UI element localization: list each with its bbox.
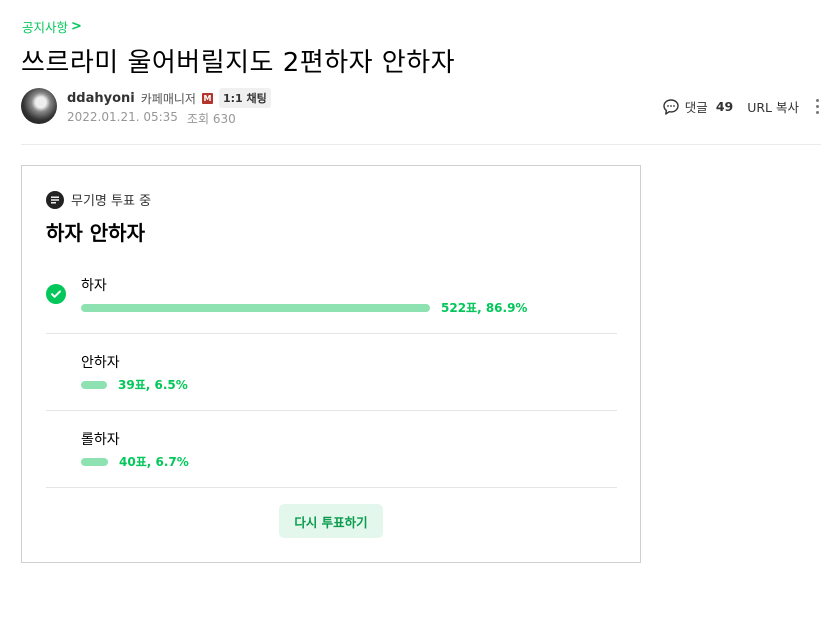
article-meta: 2022.01.21. 05:35 조회 630 [67, 110, 236, 127]
poll-option-result: 40표, 6.7% [119, 455, 189, 469]
comment-label: 댓글 [684, 100, 708, 115]
poll-option-label: 롤하자 [81, 432, 120, 448]
article-actions: 댓글 49 URL 복사 [662, 97, 822, 116]
header-divider [21, 144, 821, 145]
poll-option-label: 안하자 [81, 355, 120, 371]
poll-box: 무기명 투표 중 하자 안하자 하자 522표, 86.9% 안하자 39표, … [21, 165, 641, 563]
more-options-icon[interactable] [813, 99, 822, 114]
poll-option-result: 39표, 6.5% [118, 378, 188, 392]
comment-count: 49 [715, 99, 734, 114]
revote-button[interactable]: 다시 투표하기 [279, 504, 383, 538]
author-nickname[interactable]: ddahyoni [67, 91, 135, 106]
article-date: 2022.01.21. 05:35 [67, 110, 178, 124]
poll-option-bar [81, 380, 107, 389]
comment-button[interactable]: 댓글 49 [662, 97, 733, 116]
poll-status-label: 무기명 투표 중 [71, 194, 152, 209]
avatar[interactable] [21, 88, 57, 124]
author-info: ddahyoni 카페매니저 M 1:1 채팅 [67, 88, 271, 108]
chat-button[interactable]: 1:1 채팅 [218, 88, 271, 108]
chevron-right-icon: > [71, 19, 82, 34]
poll-icon [46, 190, 64, 209]
poll-option: 하자 522표, 86.9% [46, 257, 617, 334]
poll-option-bar [81, 457, 108, 466]
view-count: 조회 630 [186, 112, 236, 126]
board-link[interactable]: 공지사항 > [22, 17, 82, 36]
manager-badge-icon: M [201, 92, 213, 104]
poll-option: 롤하자 40표, 6.7% [46, 411, 617, 488]
poll-status: 무기명 투표 중 [46, 190, 151, 209]
board-name: 공지사항 [22, 20, 69, 35]
poll-option-bar [81, 303, 430, 312]
poll-option-result: 522표, 86.9% [441, 301, 528, 315]
check-icon [46, 284, 66, 304]
url-copy-button[interactable]: URL 복사 [747, 97, 799, 116]
poll-option-label: 하자 [81, 278, 107, 294]
author-role: 카페매니저 [140, 91, 196, 106]
article-title: 쓰르라미 울어버릴지도 2편하자 안하자 [21, 48, 456, 78]
poll-title: 하자 안하자 [46, 221, 145, 245]
comment-icon [663, 98, 679, 115]
poll-option: 안하자 39표, 6.5% [46, 334, 617, 411]
